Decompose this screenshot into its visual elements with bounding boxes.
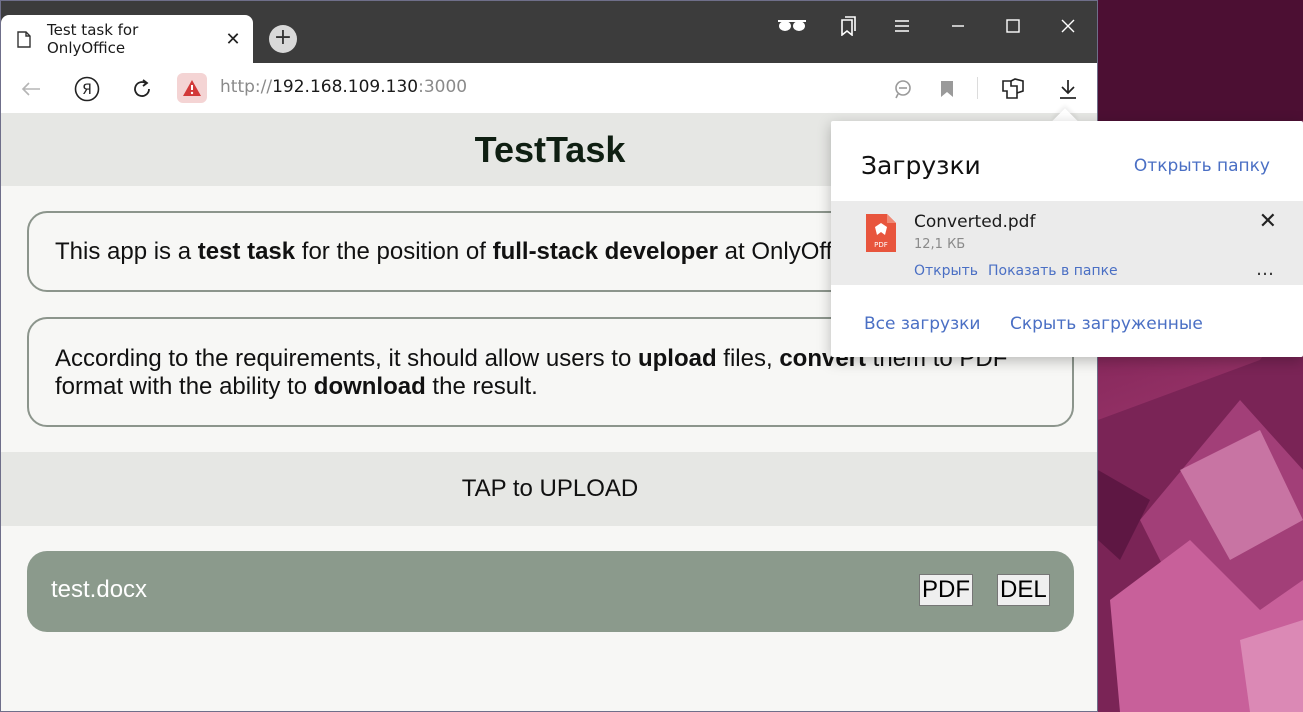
intro-bold-role: full-stack developer [492, 238, 718, 265]
hide-downloaded-link[interactable]: Скрыть загруженные [1010, 314, 1203, 334]
address-bar-divider [977, 77, 978, 99]
tab-close-icon[interactable]: ✕ [219, 29, 247, 50]
yandex-logo-icon[interactable]: Я [73, 75, 101, 103]
requirements-text: format with the ability to [55, 373, 314, 400]
intro-text: for the position of [295, 238, 493, 265]
document-icon [17, 30, 31, 48]
delete-file-button[interactable]: DEL [997, 574, 1050, 606]
translate-icon[interactable] [889, 75, 917, 103]
requirements-bold-upload: upload [637, 345, 717, 372]
upload-button[interactable]: TAP to UPLOAD [1, 452, 1097, 526]
url-field[interactable]: http://192.168.109.130:3000 [220, 77, 467, 97]
all-downloads-link[interactable]: Все загрузки [864, 314, 980, 334]
intro-text: This app is a [55, 238, 198, 265]
svg-text:PDF: PDF [874, 241, 888, 249]
menu-icon[interactable] [887, 13, 917, 39]
new-tab-button[interactable]: + [269, 25, 297, 53]
back-arrow-icon[interactable] [17, 75, 45, 103]
security-warning-icon[interactable] [177, 73, 207, 103]
file-row: test.docx PDF DEL [27, 551, 1074, 632]
requirements-text: According to the requirements, it should… [55, 345, 638, 372]
url-host: 192.168.109.130 [272, 77, 419, 97]
svg-text:Я: Я [82, 82, 92, 98]
address-bar: Я http://192.168.109.130:3000 [1, 63, 1097, 113]
reader-mode-glasses-icon[interactable] [777, 13, 807, 39]
browser-tab[interactable]: Test task for OnlyOffice ✕ [1, 15, 253, 63]
url-port: :3000 [418, 77, 468, 97]
tab-title: Test task for OnlyOffice [47, 21, 139, 57]
intro-bold-test-task: test task [197, 238, 296, 265]
maximize-icon[interactable] [998, 13, 1028, 39]
download-item[interactable]: PDF Converted.pdf 12,1 КБ Открыть Показа… [831, 201, 1303, 285]
download-more-icon[interactable]: … [1256, 259, 1275, 280]
download-file-name: Converted.pdf [914, 212, 1036, 232]
collections-icon[interactable] [833, 13, 863, 39]
downloads-icon[interactable] [1054, 75, 1082, 103]
requirements-line-2: format with the ability to download the … [55, 373, 1072, 401]
download-file-size: 12,1 КБ [914, 237, 966, 252]
open-folder-link[interactable]: Открыть папку [1134, 156, 1270, 176]
download-remove-icon[interactable]: ✕ [1259, 209, 1277, 234]
extensions-icon[interactable] [999, 75, 1027, 103]
requirements-bold-download: download [313, 373, 426, 400]
downloads-title: Загрузки [861, 151, 981, 180]
browser-titlebar: Test task for OnlyOffice ✕ + [1, 1, 1097, 63]
requirements-text: the result. [425, 373, 538, 400]
download-show-in-folder-link[interactable]: Показать в папке [988, 263, 1118, 279]
minimize-icon[interactable] [943, 13, 973, 39]
convert-pdf-button[interactable]: PDF [919, 574, 973, 606]
reload-icon[interactable] [128, 75, 156, 103]
download-open-link[interactable]: Открыть [914, 263, 978, 279]
requirements-text: files, [716, 345, 780, 372]
downloads-popup: Загрузки Открыть папку PDF Converted.pdf… [831, 121, 1303, 357]
url-scheme: http:// [220, 77, 273, 97]
close-window-icon[interactable] [1053, 13, 1083, 39]
file-name: test.docx [51, 576, 148, 603]
pdf-file-icon: PDF [866, 214, 896, 252]
bookmark-icon[interactable] [933, 75, 961, 103]
